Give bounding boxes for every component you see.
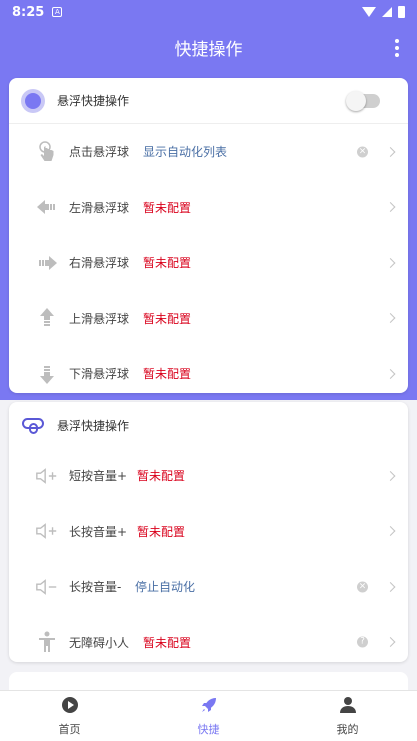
- card-title: 悬浮快捷操作: [57, 418, 130, 433]
- nav-label: 我的: [336, 722, 359, 736]
- bottom-navigation: 首页 快捷 我的: [0, 690, 417, 741]
- nav-profile[interactable]: 我的: [278, 691, 417, 741]
- wifi-icon: [362, 7, 376, 17]
- chevron-right-icon: [385, 526, 396, 537]
- more-options-icon[interactable]: [395, 39, 399, 57]
- chevron-right-icon: [385, 368, 396, 379]
- floating-ball-icon: [21, 88, 45, 113]
- floating-ball-card: 悬浮快捷操作 点击悬浮球 显示自动化列表 × 左滑悬浮球 暂未配置 右滑悬浮球 …: [9, 78, 408, 393]
- card-title: 悬浮快捷操作: [57, 94, 130, 108]
- floating-ball-toggle[interactable]: [346, 90, 380, 111]
- row-label: 长按音量-: [69, 580, 122, 595]
- row-swipe-up[interactable]: 上滑悬浮球 暂未配置: [9, 291, 408, 347]
- battery-icon: [398, 6, 405, 18]
- row-value: 暂未配置: [143, 256, 192, 271]
- swipe-right-icon: [35, 251, 59, 275]
- row-tap-ball[interactable]: 点击悬浮球 显示自动化列表 ×: [9, 124, 408, 180]
- row-value: 暂未配置: [137, 469, 186, 484]
- nav-label: 快捷: [197, 722, 220, 736]
- chevron-right-icon: [385, 257, 396, 268]
- row-swipe-down[interactable]: 下滑悬浮球 暂未配置: [9, 346, 408, 393]
- chevron-right-icon: [385, 202, 396, 213]
- row-label: 长按音量+: [69, 524, 128, 539]
- volume-shortcut-card: 悬浮快捷操作 短按音量+ 暂未配置 长按音量+ 暂未配置 长按音量- 停止自动化…: [9, 402, 408, 662]
- nav-shortcuts[interactable]: 快捷: [139, 691, 278, 741]
- swipe-left-icon: [35, 195, 59, 219]
- chevron-right-icon: [385, 146, 396, 157]
- help-icon[interactable]: ?: [357, 636, 368, 648]
- row-value: 停止自动化: [135, 580, 196, 595]
- row-label: 点击悬浮球: [69, 145, 130, 160]
- card-header: 悬浮快捷操作: [9, 78, 408, 124]
- row-label: 下滑悬浮球: [69, 367, 130, 382]
- chevron-right-icon: [385, 581, 396, 592]
- row-value: 暂未配置: [143, 367, 192, 382]
- row-long-press-volume-up[interactable]: 长按音量+ 暂未配置: [9, 504, 408, 560]
- row-label: 短按音量+: [69, 469, 128, 484]
- swipe-up-icon: [35, 306, 59, 330]
- play-icon: [61, 696, 79, 717]
- swipe-down-icon: [35, 362, 59, 386]
- row-value: 显示自动化列表: [143, 145, 228, 160]
- volume-down-icon: [35, 575, 59, 599]
- person-icon: [339, 696, 357, 717]
- volume-up-icon: [35, 464, 59, 488]
- chevron-right-icon: [385, 637, 396, 648]
- tap-icon: [35, 140, 59, 164]
- link-icon: [21, 415, 45, 435]
- row-swipe-left[interactable]: 左滑悬浮球 暂未配置: [9, 180, 408, 236]
- chevron-right-icon: [385, 313, 396, 324]
- row-label: 上滑悬浮球: [69, 311, 130, 326]
- clear-icon[interactable]: ×: [357, 581, 368, 593]
- row-label: 右滑悬浮球: [69, 256, 130, 271]
- clear-icon[interactable]: ×: [357, 146, 368, 158]
- rocket-icon: [200, 696, 218, 717]
- status-time: 8:25: [12, 4, 45, 20]
- row-label: 无障碍小人: [69, 635, 130, 650]
- row-accessibility[interactable]: 无障碍小人 暂未配置 ?: [9, 615, 408, 663]
- chevron-right-icon: [385, 470, 396, 481]
- nav-label: 首页: [58, 722, 81, 736]
- status-bar: 8:25 A: [0, 0, 417, 24]
- app-bar: 快捷操作: [0, 24, 417, 70]
- row-short-press-volume-up[interactable]: 短按音量+ 暂未配置: [9, 448, 408, 504]
- page-title: 快捷操作: [174, 39, 243, 60]
- row-swipe-right[interactable]: 右滑悬浮球 暂未配置: [9, 235, 408, 291]
- volume-up-icon: [35, 519, 59, 543]
- row-value: 暂未配置: [143, 200, 192, 215]
- row-value: 暂未配置: [137, 524, 186, 539]
- signal-icon: [382, 7, 392, 17]
- row-value: 暂未配置: [143, 311, 192, 326]
- row-long-press-volume-down[interactable]: 长按音量- 停止自动化 ×: [9, 559, 408, 615]
- row-label: 左滑悬浮球: [69, 200, 130, 215]
- accessibility-icon: [35, 630, 59, 654]
- notification-icon: A: [52, 7, 63, 17]
- row-value: 暂未配置: [143, 635, 192, 650]
- card-header: 悬浮快捷操作: [9, 402, 408, 448]
- nav-home[interactable]: 首页: [0, 691, 139, 741]
